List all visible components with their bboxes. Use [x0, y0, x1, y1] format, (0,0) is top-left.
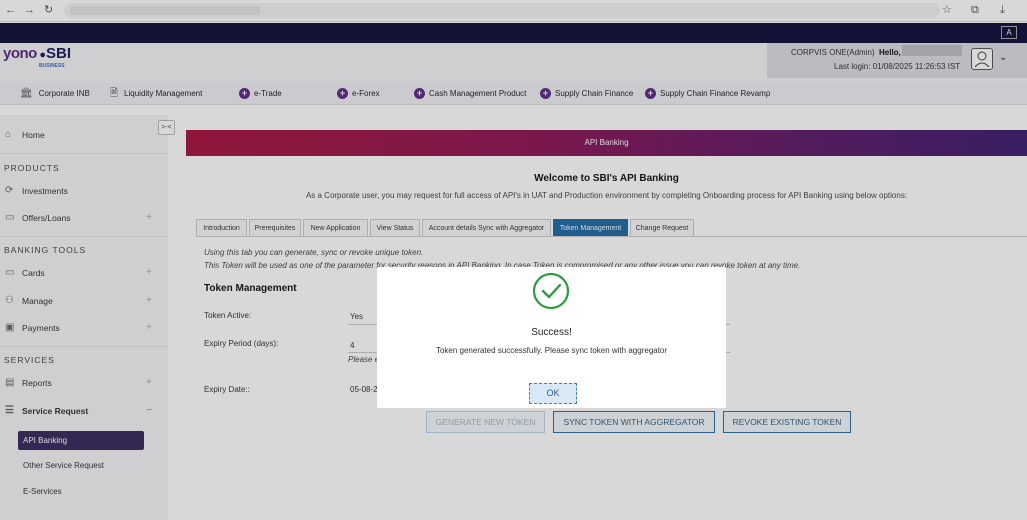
dialog-title: Success!	[531, 327, 572, 338]
ok-button[interactable]: OK	[529, 383, 577, 404]
success-dialog: Success! Token generated successfully. P…	[377, 267, 726, 408]
dialog-message: Token generated successfully. Please syn…	[435, 346, 668, 355]
success-check-icon	[532, 272, 570, 310]
modal-backdrop	[0, 0, 1027, 520]
